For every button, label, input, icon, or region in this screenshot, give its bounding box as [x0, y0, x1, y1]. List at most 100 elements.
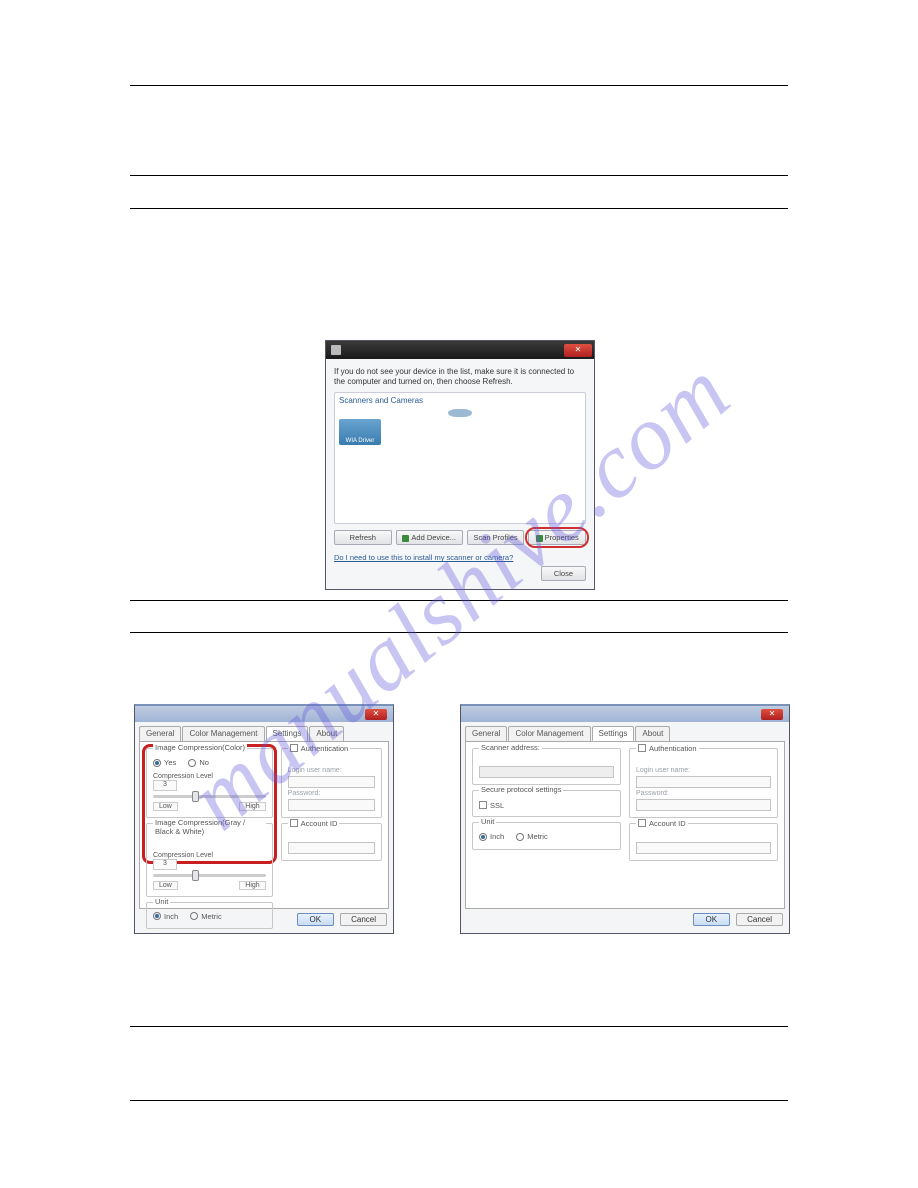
group-label: Authentication [636, 743, 699, 753]
cancel-button[interactable]: Cancel [340, 913, 387, 926]
login-user-input[interactable] [636, 776, 771, 788]
radio-inch[interactable]: Inch [153, 912, 178, 921]
account-id-group: Account ID [629, 823, 778, 861]
group-label: Account ID [636, 818, 688, 828]
radio-icon [153, 912, 161, 920]
tab-color-management[interactable]: Color Management [508, 726, 590, 741]
radio-label: Inch [490, 832, 504, 841]
compression-value[interactable]: 3 [153, 859, 177, 870]
close-icon[interactable]: ✕ [564, 344, 592, 357]
checkbox-icon[interactable] [638, 744, 646, 752]
scanners-group: Scanners and Cameras WIA Driver [334, 392, 586, 524]
device-item[interactable]: WIA Driver [339, 419, 381, 445]
auth-label: Authentication [301, 744, 349, 753]
tab-general[interactable]: General [139, 726, 181, 741]
scanner-address-input[interactable] [479, 766, 614, 778]
password-label: Password: [288, 790, 375, 797]
login-user-label: Login user name: [636, 767, 771, 774]
unit-group: Unit Inch Metric [146, 902, 273, 930]
close-button[interactable]: Close [541, 566, 586, 581]
scanner-icon [448, 409, 472, 417]
radio-label: Metric [527, 832, 547, 841]
password-input[interactable] [636, 799, 771, 811]
slider-track[interactable] [153, 874, 266, 877]
radio-inch[interactable]: Inch [479, 832, 504, 841]
account-id-label: Account ID [649, 819, 686, 828]
tab-row: General Color Management Settings About [461, 722, 789, 741]
radio-icon [188, 759, 196, 767]
radio-metric[interactable]: Metric [190, 912, 221, 921]
properties-dialog-usb: ✕ General Color Management Settings Abou… [134, 704, 394, 934]
divider [130, 1026, 788, 1027]
properties-button[interactable]: Properties [528, 530, 586, 545]
tab-settings[interactable]: Settings [592, 726, 635, 741]
login-user-input[interactable] [288, 776, 375, 788]
radio-label: No [199, 758, 209, 767]
cancel-button[interactable]: Cancel [736, 913, 783, 926]
group-label: Scanners and Cameras [339, 396, 423, 405]
slider-track[interactable] [153, 795, 266, 798]
radio-label: Metric [201, 912, 221, 921]
group-label: Account ID [288, 818, 340, 828]
image-compression-bw-group: Image Compression(Gray / Black & White) … [146, 823, 273, 897]
slider-low: Low [153, 881, 178, 890]
divider [130, 85, 788, 86]
authentication-group: Authentication Login user name: Password… [629, 748, 778, 818]
dialog-body: If you do not see your device in the lis… [326, 359, 594, 589]
slider-thumb[interactable] [192, 791, 199, 802]
ok-button[interactable]: OK [297, 913, 335, 926]
checkbox-icon[interactable] [638, 819, 646, 827]
window-icon [331, 345, 341, 355]
unit-group: Unit Inch Metric [472, 822, 621, 850]
add-device-button[interactable]: Add Device... [396, 530, 463, 545]
compression-slider-bw: Compression Level 3 LowHigh [153, 852, 266, 890]
radio-icon [479, 833, 487, 841]
radio-label: Inch [164, 912, 178, 921]
help-link[interactable]: Do I need to use this to install my scan… [334, 553, 513, 562]
checkbox-icon[interactable] [290, 819, 298, 827]
close-icon[interactable]: ✕ [365, 709, 387, 720]
tab-about[interactable]: About [635, 726, 670, 741]
group-label: Unit [479, 817, 496, 826]
tab-about[interactable]: About [309, 726, 344, 741]
ok-button[interactable]: OK [693, 913, 731, 926]
divider [130, 632, 788, 633]
divider [130, 600, 788, 601]
compression-value[interactable]: 3 [153, 780, 177, 791]
close-icon[interactable]: ✕ [761, 709, 783, 720]
scanner-address-group: Scanner address: [472, 748, 621, 785]
account-id-input[interactable] [636, 842, 771, 854]
slider-thumb[interactable] [192, 870, 199, 881]
password-label: Password: [636, 790, 771, 797]
scan-profiles-button[interactable]: Scan Profiles [467, 530, 525, 545]
radio-metric[interactable]: Metric [516, 832, 547, 841]
radio-icon [516, 833, 524, 841]
account-id-label: Account ID [301, 819, 338, 828]
group-label: Scanner address: [479, 743, 542, 752]
radio-yes[interactable]: Yes [153, 758, 176, 767]
refresh-button[interactable]: Refresh [334, 530, 392, 545]
image-compression-color-group: Image Compression(Color) Yes No Compress… [146, 748, 273, 818]
tab-settings[interactable]: Settings [266, 726, 309, 741]
shield-icon [402, 535, 409, 542]
password-input[interactable] [288, 799, 375, 811]
ssl-label: SSL [490, 801, 504, 810]
titlebar[interactable]: ✕ [135, 706, 393, 722]
tab-color-management[interactable]: Color Management [182, 726, 264, 741]
account-id-group: Account ID [281, 823, 382, 861]
divider [130, 208, 788, 209]
checkbox-icon[interactable] [290, 744, 298, 752]
compression-slider-color: Compression Level 3 LowHigh [153, 773, 266, 811]
slider-high: High [239, 802, 265, 811]
titlebar[interactable]: ✕ [461, 706, 789, 722]
login-user-label: Login user name: [288, 767, 375, 774]
group-label: Secure protocol settings [479, 785, 563, 794]
account-id-input[interactable] [288, 842, 375, 854]
tab-general[interactable]: General [465, 726, 507, 741]
radio-label: Yes [164, 758, 176, 767]
titlebar[interactable]: ✕ [326, 341, 594, 359]
radio-no[interactable]: No [188, 758, 209, 767]
add-device-label: Add Device... [411, 533, 456, 542]
shield-icon [536, 535, 543, 542]
checkbox-icon[interactable] [479, 801, 487, 809]
